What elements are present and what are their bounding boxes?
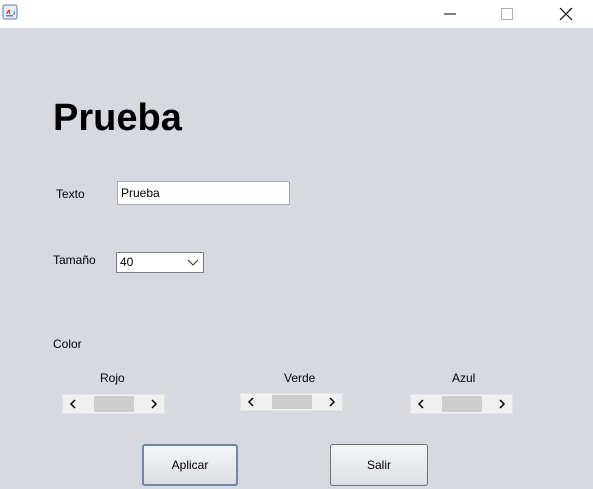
tamano-select[interactable]: 40	[116, 252, 204, 273]
java-app-icon	[2, 4, 18, 20]
texto-label: Texto	[56, 187, 85, 201]
rojo-scroll-left[interactable]	[63, 395, 83, 413]
tamano-selected-value: 40	[120, 255, 134, 269]
salir-button[interactable]: Salir	[330, 444, 428, 486]
chevron-right-icon	[329, 397, 336, 407]
chevron-left-icon	[69, 399, 76, 409]
aplicar-button[interactable]: Aplicar	[142, 444, 238, 486]
maximize-button[interactable]	[484, 0, 530, 28]
close-button[interactable]	[543, 0, 589, 28]
color-label: Color	[53, 337, 82, 351]
rojo-scroll-right[interactable]	[144, 395, 164, 413]
verde-scroll-right[interactable]	[322, 394, 342, 410]
azul-label: Azul	[452, 371, 476, 385]
chevron-left-icon	[247, 397, 254, 407]
main-panel: Prueba Texto Tamaño 40 Color Rojo Verde …	[0, 28, 593, 489]
minimize-button[interactable]	[427, 0, 473, 28]
azul-scroll-right[interactable]	[492, 395, 512, 413]
verde-scrollbar[interactable]	[240, 393, 343, 411]
chevron-right-icon	[499, 399, 506, 409]
rojo-scroll-thumb[interactable]	[93, 396, 134, 412]
texto-input[interactable]	[117, 181, 290, 205]
azul-scroll-left[interactable]	[411, 395, 431, 413]
rojo-scrollbar[interactable]	[62, 394, 165, 414]
azul-scroll-thumb[interactable]	[441, 396, 482, 412]
chevron-left-icon	[417, 399, 424, 409]
verde-scroll-left[interactable]	[241, 394, 261, 410]
close-icon	[559, 7, 573, 21]
rojo-label: Rojo	[100, 371, 125, 385]
preview-heading: Prueba	[53, 97, 182, 139]
chevron-right-icon	[151, 399, 158, 409]
maximize-icon	[501, 8, 513, 20]
verde-scroll-thumb[interactable]	[271, 395, 312, 409]
chevron-down-icon	[187, 259, 199, 266]
minimize-icon	[444, 13, 456, 15]
tamano-label: Tamaño	[53, 253, 96, 267]
verde-label: Verde	[284, 371, 316, 385]
azul-scrollbar[interactable]	[410, 394, 513, 414]
title-bar	[0, 0, 593, 28]
